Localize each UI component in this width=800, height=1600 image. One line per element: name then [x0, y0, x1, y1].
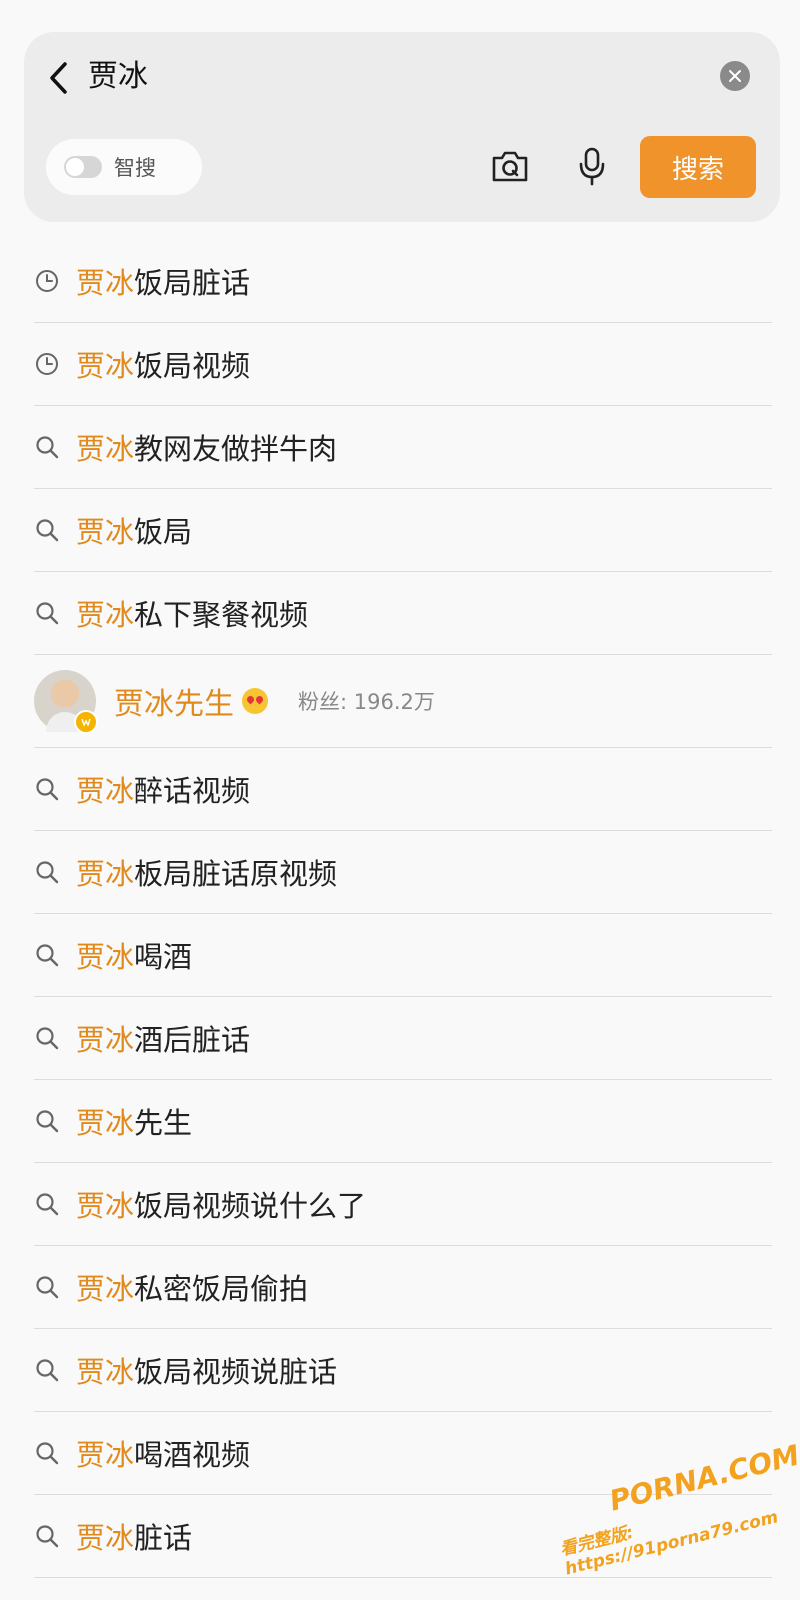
user-name: 贾冰先生 — [114, 687, 234, 722]
suggestion-row[interactable]: 贾冰私密饭局偷拍 — [34, 1246, 772, 1329]
chevron-left-icon — [50, 62, 67, 94]
suggestion-highlight: 贾冰 — [76, 349, 135, 383]
fans-count: 粉丝: 196.2万 — [298, 690, 435, 714]
suggestion-row[interactable]: 贾冰喝酒 — [34, 914, 772, 997]
avatar[interactable] — [34, 670, 98, 734]
suggestion-text: 贾冰先生 — [76, 1100, 192, 1142]
suggestion-row[interactable]: 贾冰饭局 — [34, 489, 772, 572]
suggestion-highlight: 贾冰 — [76, 432, 135, 466]
search-icon — [34, 1357, 60, 1383]
heart-eyes-icon — [242, 688, 268, 714]
suggestion-row[interactable]: 贾冰饭局视频 — [34, 323, 772, 406]
suggestion-text: 贾冰喝酒 — [76, 934, 192, 976]
search-icon — [34, 1523, 60, 1549]
suggestion-rest: 醉话视频 — [134, 774, 251, 808]
search-icon — [34, 1191, 60, 1217]
close-icon — [729, 70, 741, 82]
suggestion-list: 贾冰饭局脏话 贾冰饭局视频 贾冰教网友做拌牛肉 贾冰饭局 贾冰私下聚餐视频 贾冰先生 粉… — [34, 240, 772, 1578]
suggestion-text: 贾冰喝酒视频 — [76, 1432, 250, 1474]
suggestion-text: 贾冰饭局视频 — [76, 343, 250, 385]
toggle-switch[interactable] — [64, 156, 102, 178]
search-icon — [34, 942, 60, 968]
suggestion-text: 贾冰饭局脏话 — [76, 260, 250, 302]
search-bar: 贾冰 智搜 搜索 — [24, 32, 780, 222]
microphone-icon — [579, 147, 605, 186]
toggle-knob — [66, 158, 84, 176]
suggestion-highlight: 贾冰 — [76, 1189, 135, 1223]
search-icon — [34, 600, 60, 626]
suggestion-row[interactable]: 贾冰饭局脏话 — [34, 240, 772, 323]
search-icon — [34, 1025, 60, 1051]
suggestion-highlight: 贾冰 — [76, 1355, 135, 1389]
search-icon — [34, 434, 60, 460]
suggestion-row[interactable]: 贾冰板局脏话原视频 — [34, 831, 772, 914]
suggestion-text: 贾冰饭局视频说脏话 — [76, 1349, 337, 1391]
smart-search-label: 智搜 — [114, 156, 156, 180]
suggestion-rest: 教网友做拌牛肉 — [134, 432, 338, 466]
suggestion-rest: 酒后脏话 — [134, 1023, 251, 1057]
search-icon — [34, 1440, 60, 1466]
search-icon — [34, 1108, 60, 1134]
suggestion-text: 贾冰酒后脏话 — [76, 1017, 250, 1059]
suggestion-rest: 饭局视频 — [134, 349, 251, 383]
search-icon — [34, 776, 60, 802]
suggestion-rest: 喝酒视频 — [134, 1438, 251, 1472]
suggestion-row[interactable]: 贾冰醉话视频 — [34, 748, 772, 831]
suggestion-highlight: 贾冰 — [76, 266, 135, 300]
clock-icon — [34, 268, 60, 294]
suggestion-rest: 饭局视频说脏话 — [134, 1355, 338, 1389]
suggestion-highlight: 贾冰 — [76, 1023, 135, 1057]
suggestion-text: 贾冰醉话视频 — [76, 768, 250, 810]
suggestion-row[interactable]: 贾冰教网友做拌牛肉 — [34, 406, 772, 489]
search-icon — [34, 859, 60, 885]
suggestion-highlight: 贾冰 — [76, 1438, 135, 1472]
suggestion-text: 贾冰私下聚餐视频 — [76, 592, 308, 634]
suggestion-highlight: 贾冰 — [76, 515, 135, 549]
suggestion-rest: 私密饭局偷拍 — [134, 1272, 309, 1306]
suggestion-highlight: 贾冰 — [76, 1272, 135, 1306]
suggestion-highlight: 贾冰 — [76, 598, 135, 632]
user-result-row[interactable]: 贾冰先生 粉丝: 196.2万 — [34, 655, 772, 748]
suggestion-highlight: 贾冰 — [76, 857, 135, 891]
suggestion-row[interactable]: 贾冰私下聚餐视频 — [34, 572, 772, 655]
search-input[interactable]: 贾冰 — [88, 57, 148, 97]
suggestion-row[interactable]: 贾冰先生 — [34, 1080, 772, 1163]
suggestion-text: 贾冰饭局视频说什么了 — [76, 1183, 366, 1225]
suggestion-highlight: 贾冰 — [76, 1106, 135, 1140]
suggestion-rest: 私下聚餐视频 — [134, 598, 309, 632]
suggestion-row[interactable]: 贾冰饭局视频说脏话 — [34, 1329, 772, 1412]
suggestion-highlight: 贾冰 — [76, 774, 135, 808]
search-icon — [34, 517, 60, 543]
suggestion-text: 贾冰教网友做拌牛肉 — [76, 426, 337, 468]
suggestion-row[interactable]: 贾冰酒后脏话 — [34, 997, 772, 1080]
suggestion-row[interactable]: 贾冰饭局视频说什么了 — [34, 1163, 772, 1246]
clock-icon — [34, 351, 60, 377]
verified-badge-icon — [74, 710, 98, 734]
clear-button[interactable] — [720, 61, 750, 91]
search-button[interactable]: 搜索 — [640, 136, 756, 198]
suggestion-rest: 板局脏话原视频 — [134, 857, 338, 891]
suggestion-text: 贾冰私密饭局偷拍 — [76, 1266, 308, 1308]
suggestion-rest: 饭局视频说什么了 — [134, 1189, 367, 1223]
voice-button[interactable] — [570, 144, 614, 188]
camera-icon — [492, 151, 528, 182]
suggestion-highlight: 贾冰 — [76, 1521, 135, 1555]
suggestion-rest: 喝酒 — [134, 940, 193, 974]
suggestion-rest: 饭局 — [134, 515, 193, 549]
camera-button[interactable] — [488, 144, 532, 188]
smart-search-toggle[interactable]: 智搜 — [46, 139, 202, 195]
suggestion-rest: 先生 — [134, 1106, 193, 1140]
suggestion-highlight: 贾冰 — [76, 940, 135, 974]
suggestion-rest: 脏话 — [134, 1521, 193, 1555]
suggestion-rest: 饭局脏话 — [134, 266, 251, 300]
search-icon — [34, 1274, 60, 1300]
back-button[interactable] — [44, 60, 74, 96]
suggestion-text: 贾冰板局脏话原视频 — [76, 851, 337, 893]
suggestion-text: 贾冰脏话 — [76, 1515, 192, 1557]
suggestion-text: 贾冰饭局 — [76, 509, 192, 551]
